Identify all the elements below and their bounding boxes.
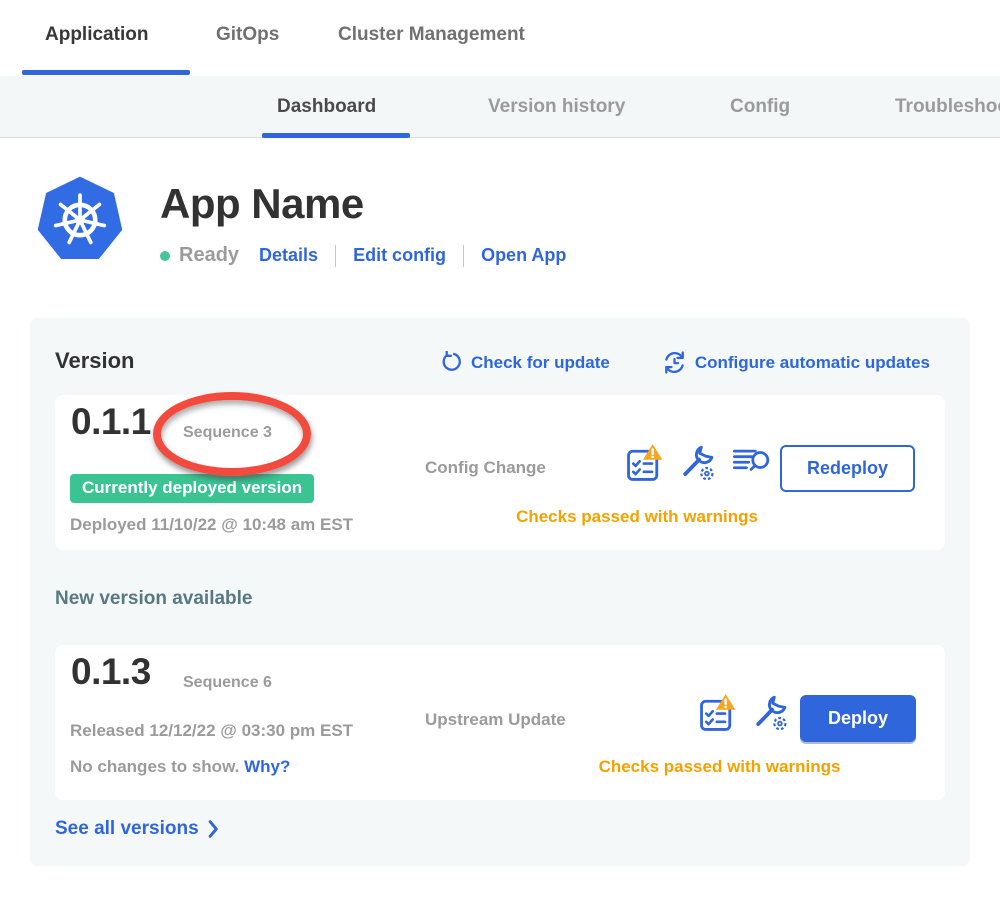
check-for-update-label: Check for update xyxy=(471,353,610,373)
config-wrench-icon[interactable] xyxy=(751,693,791,733)
view-files-icon[interactable] xyxy=(731,443,773,477)
currently-deployed-badge: Currently deployed version xyxy=(70,474,314,503)
top-navigation: Application GitOps Cluster Management xyxy=(0,0,1000,76)
configure-automatic-updates-link[interactable]: Configure automatic updates xyxy=(662,350,930,375)
tab-version-history[interactable]: Version history xyxy=(488,96,625,118)
refresh-icon xyxy=(440,351,463,374)
new-version-heading: New version available xyxy=(55,588,253,610)
check-for-update-link[interactable]: Check for update xyxy=(440,350,610,375)
version-check-icons xyxy=(698,693,791,733)
no-changes-label: No changes to show. xyxy=(70,757,239,776)
active-subtab-underline xyxy=(262,133,410,138)
redeploy-button[interactable]: Redeploy xyxy=(780,445,915,492)
ready-status-label: Ready xyxy=(179,244,239,267)
page-title: App Name xyxy=(160,180,364,228)
deployed-version-card: 0.1.1 Sequence 3 Currently deployed vers… xyxy=(55,395,945,550)
ready-status-dot xyxy=(160,251,170,261)
kubernetes-logo-icon xyxy=(33,172,127,268)
change-type-label: Config Change xyxy=(425,458,546,478)
active-tab-underline xyxy=(22,70,190,75)
deployed-sequence-label: Sequence 3 xyxy=(183,424,272,442)
deployed-version-number: 0.1.1 xyxy=(71,401,151,443)
tab-dashboard[interactable]: Dashboard xyxy=(277,96,376,118)
details-link[interactable]: Details xyxy=(259,245,318,266)
tab-troubleshoot[interactable]: Troubleshoot xyxy=(895,96,1000,118)
available-version-number: 0.1.3 xyxy=(71,651,151,693)
open-app-link[interactable]: Open App xyxy=(481,245,566,266)
edit-config-link[interactable]: Edit config xyxy=(353,245,446,266)
auto-update-icon xyxy=(662,350,687,375)
preflight-checks-icon[interactable] xyxy=(625,443,665,483)
deployed-timestamp: Deployed 11/10/22 @ 10:48 am EST xyxy=(70,515,353,535)
no-changes-text: No changes to show. Why? xyxy=(70,757,290,777)
checks-status-text: Checks passed with warnings xyxy=(577,757,862,777)
why-link[interactable]: Why? xyxy=(244,757,290,776)
config-wrench-icon[interactable] xyxy=(678,443,718,483)
checks-status-text: Checks passed with warnings xyxy=(492,507,782,527)
app-sub-navigation: Dashboard Version history Config Trouble… xyxy=(0,76,1000,138)
version-check-icons xyxy=(625,443,773,483)
divider xyxy=(335,245,336,267)
tab-config[interactable]: Config xyxy=(730,96,790,118)
see-all-versions-label: See all versions xyxy=(55,818,199,840)
see-all-versions-link[interactable]: See all versions xyxy=(55,818,219,840)
deploy-button[interactable]: Deploy xyxy=(800,695,916,742)
tab-application[interactable]: Application xyxy=(45,24,148,46)
configure-automatic-updates-label: Configure automatic updates xyxy=(695,353,930,373)
tab-gitops[interactable]: GitOps xyxy=(216,24,279,46)
available-sequence-label: Sequence 6 xyxy=(183,674,272,692)
chevron-right-icon xyxy=(208,820,219,838)
divider xyxy=(463,245,464,267)
tab-cluster-management[interactable]: Cluster Management xyxy=(338,24,525,46)
app-status-row: Ready Details Edit config Open App xyxy=(160,244,566,267)
change-type-label: Upstream Update xyxy=(425,710,566,730)
preflight-checks-icon[interactable] xyxy=(698,693,738,733)
available-version-card: 0.1.3 Sequence 6 Released 12/12/22 @ 03:… xyxy=(55,645,945,800)
version-panel-title: Version xyxy=(55,348,134,374)
released-timestamp: Released 12/12/22 @ 03:30 pm EST xyxy=(70,721,353,741)
version-panel: Version Check for update Con xyxy=(30,318,970,866)
version-panel-actions: Check for update Configure automatic upd… xyxy=(440,350,930,375)
